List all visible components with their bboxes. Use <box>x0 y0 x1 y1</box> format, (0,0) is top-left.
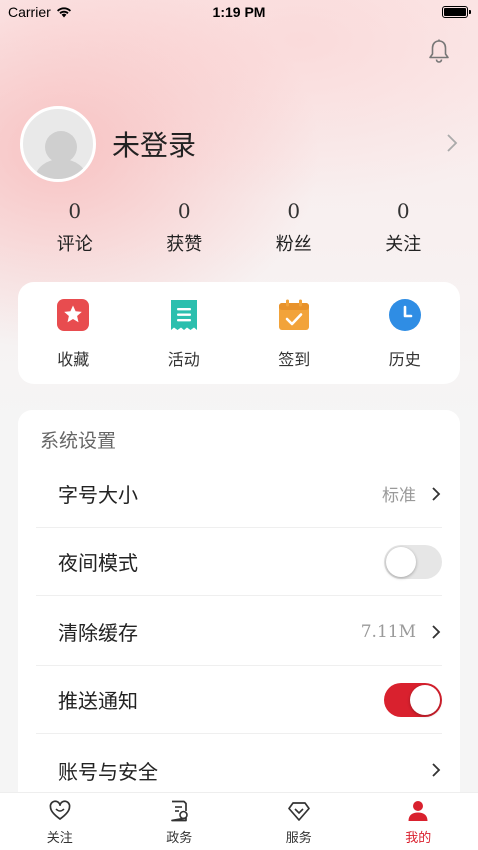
star-icon <box>57 299 90 331</box>
bell-icon[interactable] <box>426 38 452 64</box>
stats-row: 0 评论 0 获赞 0 粉丝 0 关注 <box>20 196 458 256</box>
quick-label: 签到 <box>278 350 311 369</box>
quick-actions: 收藏 活动 签到 历史 <box>18 282 460 384</box>
quick-checkin[interactable]: 签到 <box>239 282 350 384</box>
quick-label: 收藏 <box>57 350 90 369</box>
tab-follow[interactable]: 关注 <box>0 793 120 850</box>
calendar-check-icon <box>279 299 310 330</box>
quick-history[interactable]: 历史 <box>350 282 461 384</box>
tab-label: 政务 <box>166 831 193 846</box>
chevron-right-icon[interactable] <box>444 132 460 154</box>
tab-label: 我的 <box>405 831 432 846</box>
status-bar: Carrier 1:19 PM <box>0 0 478 24</box>
stat-following[interactable]: 0 关注 <box>349 196 459 256</box>
setting-label: 字号大小 <box>58 483 138 507</box>
stat-label: 获赞 <box>166 234 203 255</box>
quick-activities[interactable]: 活动 <box>129 282 240 384</box>
setting-label: 清除缓存 <box>58 621 138 645</box>
avatar[interactable] <box>20 106 96 182</box>
push-notifications-toggle[interactable] <box>384 682 442 717</box>
night-mode-toggle[interactable] <box>384 544 442 579</box>
setting-font-size[interactable]: 字号大小 标准 <box>36 460 442 528</box>
battery-icon <box>442 6 471 18</box>
setting-label: 推送通知 <box>58 689 138 713</box>
stat-label: 粉丝 <box>275 234 312 255</box>
quick-favorites[interactable]: 收藏 <box>18 282 129 384</box>
quick-label: 活动 <box>167 350 200 369</box>
setting-label: 账号与安全 <box>58 759 158 784</box>
stat-label: 关注 <box>385 234 422 255</box>
tab-label: 关注 <box>46 831 73 846</box>
settings-card: 系统设置 字号大小 标准 夜间模式 清除缓存 7.11M 推送通知 账号与安全 <box>18 410 460 810</box>
setting-value: 标准 <box>382 486 416 506</box>
heart-icon <box>49 800 71 820</box>
tab-mine[interactable]: 我的 <box>359 793 478 850</box>
user-icon <box>408 801 428 821</box>
stat-label: 评论 <box>56 234 93 255</box>
tab-services[interactable]: 服务 <box>239 793 359 850</box>
stat-value: 0 <box>287 199 301 223</box>
tab-government[interactable]: 政务 <box>120 793 240 850</box>
username[interactable]: 未登录 <box>112 124 196 164</box>
stat-value: 0 <box>177 199 191 223</box>
stat-fans[interactable]: 0 粉丝 <box>239 196 349 256</box>
setting-push-notifications: 推送通知 <box>36 666 442 734</box>
setting-value: 7.11M <box>360 621 416 642</box>
clock-icon <box>388 299 421 331</box>
chevron-right-icon <box>432 763 441 777</box>
tab-label: 服务 <box>285 831 312 846</box>
clock: 1:19 PM <box>212 4 266 20</box>
stat-comments[interactable]: 0 评论 <box>20 196 130 256</box>
setting-night-mode: 夜间模式 <box>36 528 442 596</box>
stat-value: 0 <box>68 199 82 223</box>
receipt-icon <box>170 300 197 330</box>
settings-title: 系统设置 <box>40 430 117 452</box>
quick-label: 历史 <box>388 350 421 369</box>
stat-value: 0 <box>396 199 410 223</box>
diamond-icon <box>287 802 310 821</box>
stat-likes[interactable]: 0 获赞 <box>130 196 240 256</box>
document-icon <box>171 800 189 822</box>
chevron-right-icon <box>432 486 441 501</box>
setting-clear-cache[interactable]: 清除缓存 7.11M <box>36 598 442 666</box>
setting-label: 夜间模式 <box>58 551 138 575</box>
profile-header[interactable]: 未登录 <box>20 104 460 184</box>
chevron-right-icon <box>432 624 441 639</box>
tab-bar: 关注 政务 服务 我的 <box>0 792 478 850</box>
